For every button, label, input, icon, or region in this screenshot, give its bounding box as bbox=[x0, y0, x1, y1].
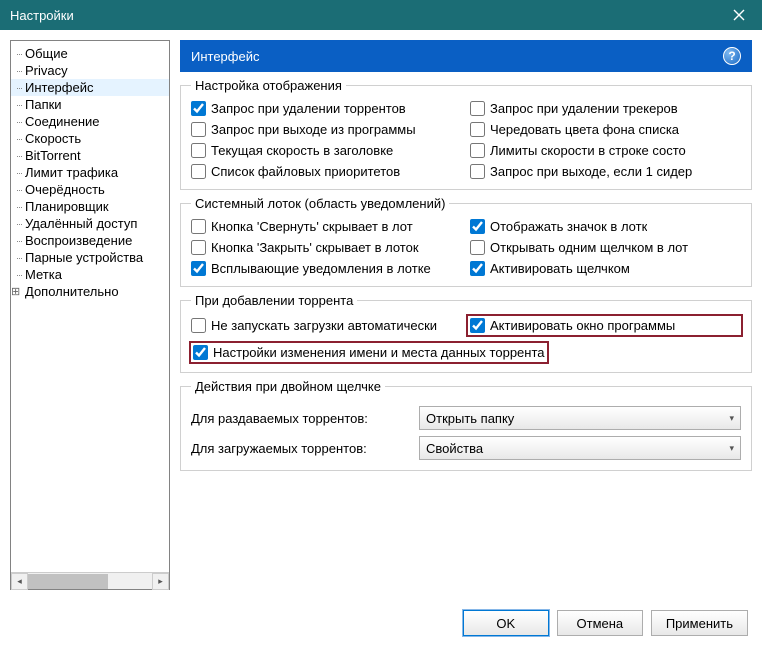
sidebar-item-2[interactable]: Интерфейс bbox=[11, 79, 169, 96]
add-torrent-legend: При добавлении торрента bbox=[191, 293, 357, 308]
display-checkbox-1-1[interactable]: Чередовать цвета фона списка bbox=[470, 122, 741, 137]
sidebar-item-12[interactable]: Парные устройства bbox=[11, 249, 169, 266]
display-checkbox-3-0[interactable]: Список файловых приоритетов bbox=[191, 164, 462, 179]
tray-checkbox-0-0[interactable]: Кнопка 'Свернуть' скрывает в лот bbox=[191, 219, 462, 234]
chevron-down-icon: ▾ bbox=[729, 443, 734, 454]
tray-group: Системный лоток (область уведомлений) Кн… bbox=[180, 196, 752, 287]
titlebar: Настройки bbox=[0, 0, 762, 30]
scroll-thumb[interactable] bbox=[28, 574, 108, 589]
sidebar-item-9[interactable]: Планировщик bbox=[11, 198, 169, 215]
tray-label-0-0: Кнопка 'Свернуть' скрывает в лот bbox=[211, 219, 413, 234]
chevron-down-icon: ▾ bbox=[729, 413, 734, 424]
add-torrent-group: При добавлении торрента Не запускать заг… bbox=[180, 293, 752, 373]
display-label-1-1: Чередовать цвета фона списка bbox=[490, 122, 679, 137]
tray-checkbox-0-1[interactable]: Отображать значок в лотк bbox=[470, 219, 741, 234]
tray-legend: Системный лоток (область уведомлений) bbox=[191, 196, 449, 211]
sidebar-item-11[interactable]: Воспроизведение bbox=[11, 232, 169, 249]
window-title: Настройки bbox=[10, 8, 716, 23]
tray-label-2-0: Всплывающие уведомления в лотке bbox=[211, 261, 431, 276]
display-label-1-0: Запрос при выходе из программы bbox=[211, 122, 416, 137]
sidebar-item-7[interactable]: Лимит трафика bbox=[11, 164, 169, 181]
downloading-value: Свойства bbox=[426, 441, 483, 456]
display-label-2-0: Текущая скорость в заголовке bbox=[211, 143, 393, 158]
sidebar-item-14[interactable]: Дополнительно bbox=[11, 283, 169, 300]
tray-label-1-0: Кнопка 'Закрыть' скрывает в лоток bbox=[211, 240, 419, 255]
close-button[interactable] bbox=[716, 0, 762, 30]
display-label-2-1: Лимиты скорости в строке состо bbox=[490, 143, 686, 158]
downloading-dropdown[interactable]: Свойства ▾ bbox=[419, 436, 741, 460]
tray-checkbox-2-0[interactable]: Всплывающие уведомления в лотке bbox=[191, 261, 462, 276]
no-autostart-checkbox[interactable]: Не запускать загрузки автоматически bbox=[191, 316, 464, 335]
display-checkbox-3-1[interactable]: Запрос при выходе, если 1 сидер bbox=[470, 164, 741, 179]
seeding-value: Открыть папку bbox=[426, 411, 514, 426]
tray-checkbox-1-0[interactable]: Кнопка 'Закрыть' скрывает в лоток bbox=[191, 240, 462, 255]
scroll-right-button[interactable]: ▸ bbox=[152, 573, 169, 590]
downloading-label: Для загружаемых торрентов: bbox=[191, 441, 411, 456]
display-label-0-0: Запрос при удалении торрентов bbox=[211, 101, 406, 116]
settings-tree: ОбщиеPrivacyИнтерфейсПапкиСоединениеСкор… bbox=[11, 41, 169, 572]
name-location-checkbox[interactable]: Настройки изменения имени и места данных… bbox=[189, 341, 549, 364]
display-label-0-1: Запрос при удалении трекеров bbox=[490, 101, 678, 116]
display-label-3-1: Запрос при выходе, если 1 сидер bbox=[490, 164, 692, 179]
display-checkbox-0-1[interactable]: Запрос при удалении трекеров bbox=[470, 101, 741, 116]
display-checkbox-2-0[interactable]: Текущая скорость в заголовке bbox=[191, 143, 462, 158]
tray-checkbox-1-1[interactable]: Открывать одним щелчком в лот bbox=[470, 240, 741, 255]
sidebar-item-10[interactable]: Удалённый доступ bbox=[11, 215, 169, 232]
scroll-left-button[interactable]: ◂ bbox=[11, 573, 28, 590]
close-icon bbox=[733, 9, 745, 21]
sidebar-item-5[interactable]: Скорость bbox=[11, 130, 169, 147]
tray-label-1-1: Открывать одним щелчком в лот bbox=[490, 240, 688, 255]
sidebar-item-1[interactable]: Privacy bbox=[11, 62, 169, 79]
sidebar-item-4[interactable]: Соединение bbox=[11, 113, 169, 130]
seeding-dropdown[interactable]: Открыть папку ▾ bbox=[419, 406, 741, 430]
display-checkbox-1-0[interactable]: Запрос при выходе из программы bbox=[191, 122, 462, 137]
display-group: Настройка отображения Запрос при удалени… bbox=[180, 78, 752, 190]
activate-window-checkbox[interactable]: Активировать окно программы bbox=[466, 314, 743, 337]
sidebar-item-6[interactable]: BitTorrent bbox=[11, 147, 169, 164]
horizontal-scrollbar[interactable]: ◂ ▸ bbox=[11, 572, 169, 589]
display-checkbox-2-1[interactable]: Лимиты скорости в строке состо bbox=[470, 143, 741, 158]
tray-checkbox-2-1[interactable]: Активировать щелчком bbox=[470, 261, 741, 276]
sidebar-item-0[interactable]: Общие bbox=[11, 45, 169, 62]
sidebar-item-8[interactable]: Очерёдность bbox=[11, 181, 169, 198]
tray-label-0-1: Отображать значок в лотк bbox=[490, 219, 647, 234]
sidebar: ОбщиеPrivacyИнтерфейсПапкиСоединениеСкор… bbox=[10, 40, 170, 590]
dblclick-legend: Действия при двойном щелчке bbox=[191, 379, 385, 394]
cancel-button[interactable]: Отмена bbox=[557, 610, 643, 636]
display-checkbox-0-0[interactable]: Запрос при удалении торрентов bbox=[191, 101, 462, 116]
display-legend: Настройка отображения bbox=[191, 78, 346, 93]
no-autostart-label: Не запускать загрузки автоматически bbox=[211, 318, 437, 333]
apply-button[interactable]: Применить bbox=[651, 610, 748, 636]
ok-button[interactable]: OK bbox=[463, 610, 549, 636]
seeding-label: Для раздаваемых торрентов: bbox=[191, 411, 411, 426]
button-bar: OK Отмена Применить bbox=[0, 600, 762, 646]
name-location-label: Настройки изменения имени и места данных… bbox=[213, 345, 545, 360]
scroll-track[interactable] bbox=[28, 573, 152, 590]
display-label-3-0: Список файловых приоритетов bbox=[211, 164, 400, 179]
dblclick-group: Действия при двойном щелчке Для раздавае… bbox=[180, 379, 752, 471]
activate-window-label: Активировать окно программы bbox=[490, 318, 675, 333]
panel-title: Интерфейс bbox=[191, 49, 259, 64]
help-icon[interactable]: ? bbox=[723, 47, 741, 65]
sidebar-item-13[interactable]: Метка bbox=[11, 266, 169, 283]
panel-header: Интерфейс ? bbox=[180, 40, 752, 72]
sidebar-item-3[interactable]: Папки bbox=[11, 96, 169, 113]
tray-label-2-1: Активировать щелчком bbox=[490, 261, 630, 276]
